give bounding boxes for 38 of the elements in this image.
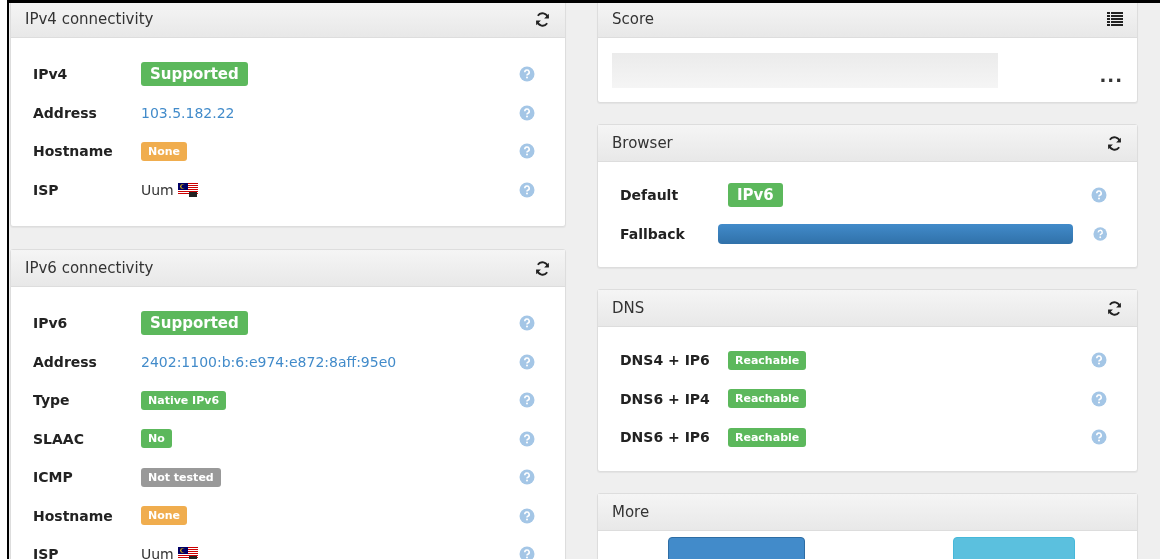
status-badge: Reachable — [728, 427, 807, 447]
row-label: Address — [33, 104, 98, 121]
status-badge: Reachable — [728, 389, 807, 409]
row-label: DNS6 + IP6 — [620, 429, 711, 446]
row-label: Hostname — [33, 143, 114, 160]
panel-title: Score — [612, 10, 654, 28]
row-label: Address — [33, 353, 98, 370]
status-badge: Supported — [141, 62, 248, 87]
status-badge: Supported — [141, 311, 248, 336]
more-text: ... — [1099, 63, 1123, 86]
row-label: IPv4 — [33, 66, 69, 83]
address-link[interactable]: 2402:1100:b:6:e974:e872:8aff:95e0 — [141, 353, 397, 370]
row-label: IPv6 — [33, 315, 69, 332]
isp-name: Uum — [141, 546, 174, 559]
row-label: DNS6 + IP4 — [620, 390, 711, 407]
status-badge: Not tested — [141, 467, 221, 487]
row-label: DNS4 + IP6 — [620, 352, 711, 369]
row-label: ISP — [33, 181, 60, 198]
status-badge: Reachable — [728, 350, 807, 370]
row-label: Fallback — [620, 225, 686, 242]
row-label: ISP — [33, 546, 60, 559]
isp-name: Uum — [141, 181, 174, 198]
address-link[interactable]: 103.5.182.22 — [141, 104, 235, 121]
panel-title: DNS — [612, 299, 645, 317]
status-badge: Native IPv6 — [141, 390, 227, 410]
status-badge: No — [141, 429, 172, 449]
panel-title: Browser — [612, 134, 673, 152]
row-label: ICMP — [33, 469, 74, 486]
row-label: Hostname — [33, 507, 114, 524]
panel-title: IPv6 connectivity — [25, 259, 154, 277]
status-badge: None — [141, 141, 188, 161]
panel-title: IPv4 connectivity — [25, 10, 154, 28]
status-badge: None — [141, 506, 188, 526]
row-label: SLAAC — [33, 430, 85, 447]
row-label: Type — [33, 392, 71, 409]
status-badge: IPv6 — [728, 183, 783, 208]
row-label: Default — [620, 187, 680, 204]
panel-title: More — [612, 502, 650, 521]
